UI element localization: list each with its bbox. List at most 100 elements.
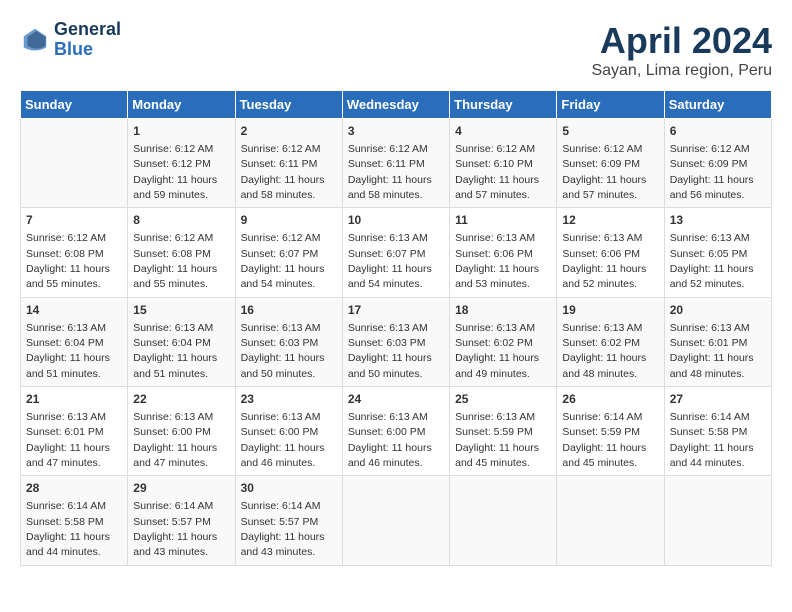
- header-cell-thursday: Thursday: [450, 91, 557, 119]
- day-cell: 15Sunrise: 6:13 AMSunset: 6:04 PMDayligh…: [128, 297, 235, 386]
- day-number: 9: [241, 212, 337, 229]
- day-info: Sunrise: 6:12 AMSunset: 6:11 PMDaylight:…: [241, 143, 325, 201]
- header-cell-wednesday: Wednesday: [342, 91, 449, 119]
- day-info: Sunrise: 6:13 AMSunset: 6:01 PMDaylight:…: [26, 411, 110, 469]
- day-info: Sunrise: 6:13 AMSunset: 6:04 PMDaylight:…: [26, 322, 110, 380]
- day-cell: 6 Sunrise: 6:12 AMSunset: 6:09 PMDaylight…: [664, 119, 771, 208]
- header-cell-tuesday: Tuesday: [235, 91, 342, 119]
- header-cell-sunday: Sunday: [21, 91, 128, 119]
- day-number: 24: [348, 391, 444, 408]
- day-info: Sunrise: 6:13 AMSunset: 6:06 PMDaylight:…: [455, 232, 539, 290]
- day-cell: 17 Sunrise: 6:13 AMSunset: 6:03 PMDayligh…: [342, 297, 449, 386]
- day-cell: 2 Sunrise: 6:12 AMSunset: 6:11 PMDaylight…: [235, 119, 342, 208]
- logo-icon: [20, 25, 50, 55]
- calendar-body: 1Sunrise: 6:12 AMSunset: 6:12 PMDaylight…: [21, 119, 772, 566]
- day-number: 28: [26, 480, 122, 497]
- day-info: Sunrise: 6:14 AMSunset: 5:57 PMDaylight:…: [133, 500, 217, 558]
- day-number: 2: [241, 123, 337, 140]
- day-number: 29: [133, 480, 229, 497]
- week-row-2: 7 Sunrise: 6:12 AMSunset: 6:08 PMDaylight…: [21, 208, 772, 297]
- day-cell: 7 Sunrise: 6:12 AMSunset: 6:08 PMDaylight…: [21, 208, 128, 297]
- day-cell: 29 Sunrise: 6:14 AMSunset: 5:57 PMDayligh…: [128, 476, 235, 565]
- calendar-header: SundayMondayTuesdayWednesdayThursdayFrid…: [21, 91, 772, 119]
- day-info: Sunrise: 6:14 AMSunset: 5:58 PMDaylight:…: [670, 411, 754, 469]
- day-info: Sunrise: 6:13 AMSunset: 5:59 PMDaylight:…: [455, 411, 539, 469]
- day-info: Sunrise: 6:14 AMSunset: 5:58 PMDaylight:…: [26, 500, 110, 558]
- day-cell: 8 Sunrise: 6:12 AMSunset: 6:08 PMDaylight…: [128, 208, 235, 297]
- day-number: 10: [348, 212, 444, 229]
- calendar-subtitle: Sayan, Lima region, Peru: [591, 62, 772, 80]
- day-info: Sunrise: 6:12 AMSunset: 6:09 PMDaylight:…: [670, 143, 754, 201]
- header-row: SundayMondayTuesdayWednesdayThursdayFrid…: [21, 91, 772, 119]
- day-cell: [450, 476, 557, 565]
- logo-text: General Blue: [54, 20, 121, 60]
- day-cell: 21Sunrise: 6:13 AMSunset: 6:01 PMDayligh…: [21, 387, 128, 476]
- day-cell: 18 Sunrise: 6:13 AMSunset: 6:02 PMDayligh…: [450, 297, 557, 386]
- day-info: Sunrise: 6:13 AMSunset: 6:03 PMDaylight:…: [241, 322, 325, 380]
- day-cell: 20 Sunrise: 6:13 AMSunset: 6:01 PMDayligh…: [664, 297, 771, 386]
- day-number: 3: [348, 123, 444, 140]
- day-info: Sunrise: 6:12 AMSunset: 6:08 PMDaylight:…: [26, 232, 110, 290]
- day-number: 22: [133, 391, 229, 408]
- day-cell: 11 Sunrise: 6:13 AMSunset: 6:06 PMDayligh…: [450, 208, 557, 297]
- day-info: Sunrise: 6:13 AMSunset: 6:02 PMDaylight:…: [455, 322, 539, 380]
- day-number: 30: [241, 480, 337, 497]
- day-cell: 22 Sunrise: 6:13 AMSunset: 6:00 PMDayligh…: [128, 387, 235, 476]
- day-number: 11: [455, 212, 551, 229]
- week-row-5: 28 Sunrise: 6:14 AMSunset: 5:58 PMDayligh…: [21, 476, 772, 565]
- header-cell-friday: Friday: [557, 91, 664, 119]
- day-info: Sunrise: 6:13 AMSunset: 6:07 PMDaylight:…: [348, 232, 432, 290]
- day-number: 17: [348, 302, 444, 319]
- day-number: 8: [133, 212, 229, 229]
- logo-line2: Blue: [54, 40, 121, 60]
- day-info: Sunrise: 6:12 AMSunset: 6:09 PMDaylight:…: [562, 143, 646, 201]
- day-info: Sunrise: 6:13 AMSunset: 6:00 PMDaylight:…: [348, 411, 432, 469]
- day-cell: 26Sunrise: 6:14 AMSunset: 5:59 PMDayligh…: [557, 387, 664, 476]
- day-info: Sunrise: 6:13 AMSunset: 6:05 PMDaylight:…: [670, 232, 754, 290]
- header-cell-saturday: Saturday: [664, 91, 771, 119]
- day-cell: 9 Sunrise: 6:12 AMSunset: 6:07 PMDaylight…: [235, 208, 342, 297]
- day-info: Sunrise: 6:13 AMSunset: 6:01 PMDaylight:…: [670, 322, 754, 380]
- day-number: 13: [670, 212, 766, 229]
- day-info: Sunrise: 6:13 AMSunset: 6:06 PMDaylight:…: [562, 232, 646, 290]
- day-number: 26: [562, 391, 658, 408]
- day-cell: 23 Sunrise: 6:13 AMSunset: 6:00 PMDayligh…: [235, 387, 342, 476]
- day-info: Sunrise: 6:13 AMSunset: 6:02 PMDaylight:…: [562, 322, 646, 380]
- day-cell: 3 Sunrise: 6:12 AMSunset: 6:11 PMDaylight…: [342, 119, 449, 208]
- day-number: 18: [455, 302, 551, 319]
- day-cell: 12Sunrise: 6:13 AMSunset: 6:06 PMDayligh…: [557, 208, 664, 297]
- day-number: 20: [670, 302, 766, 319]
- calendar-title: April 2024: [591, 20, 772, 62]
- day-number: 5: [562, 123, 658, 140]
- day-info: Sunrise: 6:13 AMSunset: 6:00 PMDaylight:…: [133, 411, 217, 469]
- day-info: Sunrise: 6:12 AMSunset: 6:11 PMDaylight:…: [348, 143, 432, 201]
- day-number: 27: [670, 391, 766, 408]
- page-header: General Blue April 2024 Sayan, Lima regi…: [20, 20, 772, 80]
- day-cell: 5 Sunrise: 6:12 AMSunset: 6:09 PMDaylight…: [557, 119, 664, 208]
- day-number: 23: [241, 391, 337, 408]
- day-info: Sunrise: 6:12 AMSunset: 6:07 PMDaylight:…: [241, 232, 325, 290]
- day-number: 15: [133, 302, 229, 319]
- day-number: 4: [455, 123, 551, 140]
- header-cell-monday: Monday: [128, 91, 235, 119]
- day-cell: 19 Sunrise: 6:13 AMSunset: 6:02 PMDayligh…: [557, 297, 664, 386]
- day-cell: 10 Sunrise: 6:13 AMSunset: 6:07 PMDayligh…: [342, 208, 449, 297]
- day-cell: [664, 476, 771, 565]
- day-info: Sunrise: 6:13 AMSunset: 6:03 PMDaylight:…: [348, 322, 432, 380]
- week-row-1: 1Sunrise: 6:12 AMSunset: 6:12 PMDaylight…: [21, 119, 772, 208]
- day-number: 14: [26, 302, 122, 319]
- day-number: 19: [562, 302, 658, 319]
- day-cell: 25 Sunrise: 6:13 AMSunset: 5:59 PMDayligh…: [450, 387, 557, 476]
- day-number: 1: [133, 123, 229, 140]
- day-info: Sunrise: 6:13 AMSunset: 6:00 PMDaylight:…: [241, 411, 325, 469]
- day-cell: 4Sunrise: 6:12 AMSunset: 6:10 PMDaylight…: [450, 119, 557, 208]
- logo: General Blue: [20, 20, 121, 60]
- day-cell: 13 Sunrise: 6:13 AMSunset: 6:05 PMDayligh…: [664, 208, 771, 297]
- day-cell: 24 Sunrise: 6:13 AMSunset: 6:00 PMDayligh…: [342, 387, 449, 476]
- day-cell: 1Sunrise: 6:12 AMSunset: 6:12 PMDaylight…: [128, 119, 235, 208]
- day-number: 25: [455, 391, 551, 408]
- day-info: Sunrise: 6:12 AMSunset: 6:08 PMDaylight:…: [133, 232, 217, 290]
- day-number: 7: [26, 212, 122, 229]
- day-number: 6: [670, 123, 766, 140]
- day-cell: 27 Sunrise: 6:14 AMSunset: 5:58 PMDayligh…: [664, 387, 771, 476]
